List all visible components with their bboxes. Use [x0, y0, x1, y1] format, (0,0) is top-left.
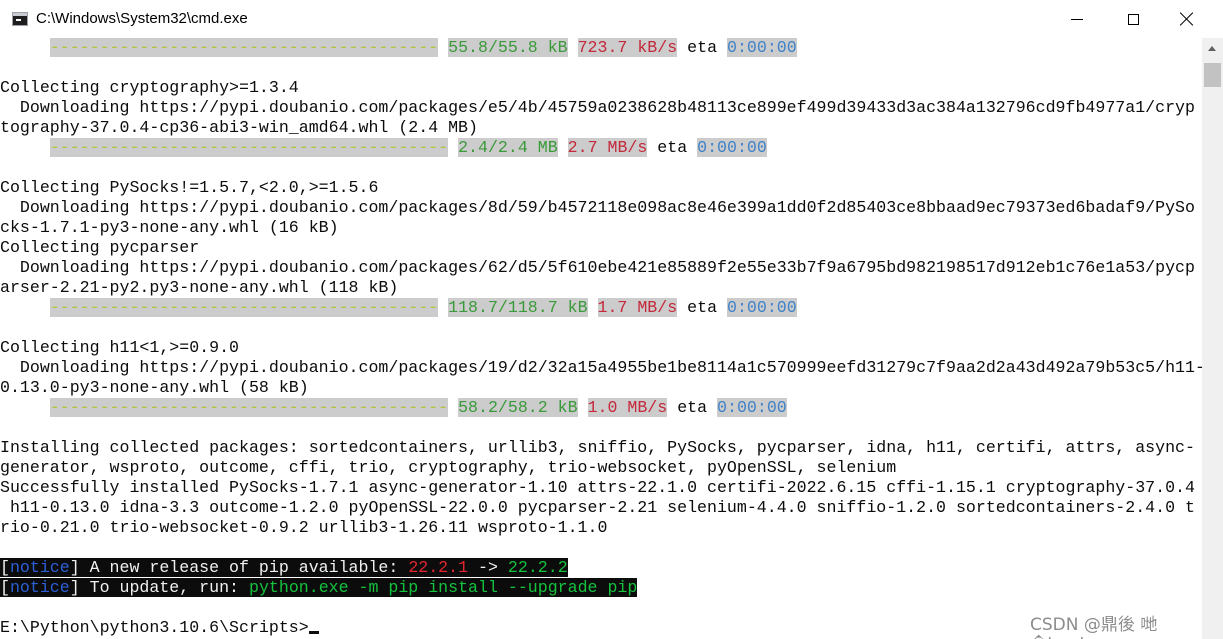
console-line: Downloading https://pypi.doubanio.com/pa… — [0, 258, 1195, 277]
maximize-icon — [1127, 13, 1139, 25]
prompt-line[interactable]: E:\Python\python3.10.6\Scripts> — [0, 618, 319, 638]
console-line: Downloading https://pypi.doubanio.com/pa… — [0, 358, 1202, 377]
eta-value: 0:00:00 — [727, 38, 797, 57]
eta-label: eta — [657, 138, 688, 157]
notice-tag: notice — [9, 578, 70, 597]
download-size: 118.7/118.7 kB — [448, 298, 588, 317]
eta-label: eta — [687, 298, 718, 317]
bracket-open: [ — [0, 578, 10, 597]
console-line: Collecting PySocks!=1.5.7,<2.0,>=1.5.6 — [0, 178, 379, 197]
console-line: cks-1.7.1-py3-none-any.whl (16 kB) — [0, 218, 339, 237]
console-output[interactable]: --------------------------------------- … — [0, 38, 1202, 639]
console-line: rio-0.21.0 trio-websocket-0.9.2 urllib3-… — [0, 518, 608, 537]
console-line: tography-37.0.4-cp36-abi3-win_amd64.whl … — [0, 118, 478, 137]
vertical-scrollbar[interactable] — [1202, 38, 1223, 639]
window-title: C:\Windows\System32\cmd.exe — [36, 10, 248, 27]
download-speed: 1.0 MB/s — [587, 398, 668, 417]
progress-line: --------------------------------------- … — [0, 38, 797, 58]
eta-label: eta — [687, 38, 718, 57]
scroll-up-arrow-icon[interactable] — [1202, 38, 1223, 59]
close-button[interactable] — [1164, 0, 1210, 38]
console-line: Installing collected packages: sortedcon… — [0, 438, 1195, 457]
download-size: 55.8/55.8 kB — [448, 38, 568, 57]
minimize-button[interactable] — [1054, 0, 1100, 38]
notice-tag: notice — [9, 558, 70, 577]
bracket-close: ] — [69, 558, 80, 577]
close-icon — [1180, 12, 1194, 26]
console-line: generator, wsproto, outcome, cffi, trio,… — [0, 458, 897, 477]
upgrade-command: python.exe -m pip install --upgrade pip — [248, 578, 638, 597]
console-line: Collecting h11<1,>=0.9.0 — [0, 338, 239, 357]
old-version: 22.2.1 — [408, 558, 469, 577]
console-line: arser-2.21-py2.py3-none-any.whl (118 kB) — [0, 278, 399, 297]
console-line: Successfully installed PySocks-1.7.1 asy… — [0, 478, 1195, 497]
progress-bar: --------------------------------------- — [49, 38, 439, 57]
progress-bar: ---------------------------------------- — [49, 398, 449, 417]
eta-value: 0:00:00 — [717, 398, 787, 417]
shell-prompt: E:\Python\python3.10.6\Scripts> — [0, 618, 309, 637]
console-line: 0.13.0-py3-none-any.whl (58 kB) — [0, 378, 309, 397]
download-speed: 1.7 MB/s — [597, 298, 678, 317]
bracket-open: [ — [0, 558, 10, 577]
notice-line: [notice] A new release of pip available:… — [0, 558, 568, 578]
notice-text: A new release of pip available: — [79, 558, 409, 577]
progress-line: ----------------------------------------… — [0, 138, 767, 158]
console-line: h11-0.13.0 idna-3.3 outcome-1.2.0 pyOpen… — [0, 498, 1195, 517]
download-size: 2.4/2.4 MB — [458, 138, 558, 157]
minimize-icon — [1071, 18, 1083, 20]
eta-label: eta — [677, 398, 708, 417]
scrollbar-thumb[interactable] — [1204, 63, 1221, 87]
notice-text: To update, run: — [79, 578, 249, 597]
maximize-button[interactable] — [1110, 0, 1156, 38]
progress-bar: ---------------------------------------- — [49, 138, 449, 157]
text-cursor — [308, 631, 319, 634]
download-speed: 723.7 kB/s — [577, 38, 678, 57]
new-version: 22.2.2 — [507, 558, 568, 577]
console-line: Downloading https://pypi.doubanio.com/pa… — [0, 198, 1195, 217]
console-line: Downloading https://pypi.doubanio.com/pa… — [0, 98, 1195, 117]
watermark: CSDN @鼎後 哋�london — [1030, 615, 1158, 639]
progress-bar: --------------------------------------- — [49, 298, 439, 317]
progress-line: --------------------------------------- … — [0, 298, 797, 318]
download-size: 58.2/58.2 kB — [458, 398, 578, 417]
version-arrow: -> — [468, 558, 508, 577]
cmd-icon — [12, 12, 28, 26]
progress-line: ----------------------------------------… — [0, 398, 787, 418]
console-line: Collecting pycparser — [0, 238, 200, 257]
console-line: Collecting cryptography>=1.3.4 — [0, 78, 299, 97]
title-bar[interactable]: C:\Windows\System32\cmd.exe — [0, 0, 1223, 38]
eta-value: 0:00:00 — [727, 298, 797, 317]
bracket-close: ] — [69, 578, 80, 597]
eta-value: 0:00:00 — [697, 138, 767, 157]
notice-line: [notice] To update, run: python.exe -m p… — [0, 578, 638, 598]
download-speed: 2.7 MB/s — [567, 138, 648, 157]
